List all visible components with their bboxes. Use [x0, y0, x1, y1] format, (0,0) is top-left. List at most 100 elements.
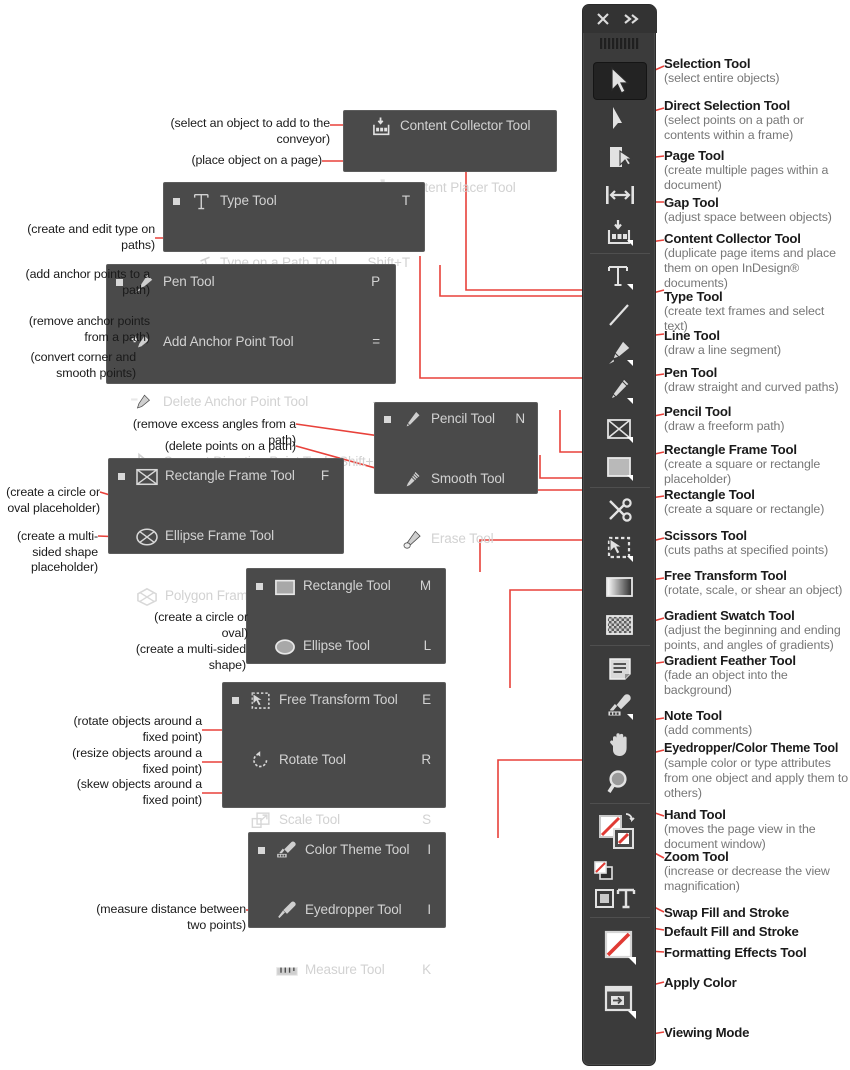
tool-line[interactable]	[594, 297, 646, 333]
callout-selection: Selection Tool (select entire objects)	[664, 56, 780, 86]
note-icon	[609, 658, 631, 680]
flyout-label: Eyedropper Tool	[305, 902, 402, 917]
tool-rectangle[interactable]	[594, 449, 646, 485]
annotation-ellipse-frame: (create a circle or oval placeholder)	[6, 485, 100, 515]
callout-title: Zoom Tool	[664, 849, 729, 864]
tool-formatting-effects[interactable]	[593, 885, 645, 911]
callout-formatting-effects: Formatting Effects Tool	[664, 945, 807, 960]
frame-flyout[interactable]: Rectangle Frame Tool F Ellipse Frame Too…	[108, 458, 344, 606]
flyout-label: Scale Tool	[279, 812, 341, 827]
transform-flyout[interactable]: Free Transform Tool E Rotate Tool R Scal…	[222, 682, 446, 889]
flyout-label: Rectangle Tool	[303, 578, 391, 593]
flyout-row[interactable]: Eyedropper Tool I	[249, 895, 445, 926]
tools-panel[interactable]	[582, 4, 657, 1066]
flyout-row[interactable]: Ellipse Frame Tool	[109, 521, 343, 552]
pencil-icon	[401, 408, 425, 431]
gradient-swatch-icon	[606, 577, 633, 597]
double-chevron-right-icon[interactable]	[623, 12, 641, 26]
callout-content-collector: Content Collector Tool (duplicate page i…	[664, 231, 850, 291]
tool-zoom[interactable]	[594, 765, 646, 801]
flyout-row[interactable]: Color Theme Tool I	[249, 835, 445, 866]
callout-desc: (add comments)	[664, 723, 753, 737]
crossed-polygon-icon	[135, 585, 159, 608]
tool-rectangle-frame[interactable]	[594, 411, 646, 447]
type-flyout[interactable]: Type Tool T Type on a Path Tool Shift+T	[163, 182, 425, 270]
close-icon[interactable]	[596, 12, 610, 26]
tool-direct-selection[interactable]	[594, 101, 646, 137]
tool-gradient-swatch[interactable]	[594, 569, 646, 605]
default-fill-stroke-icon	[594, 861, 613, 880]
callout-note: Note Tool (add comments)	[664, 708, 752, 738]
annotation-polygon-frame: (create a multi-sided shape placeholder)	[16, 529, 98, 574]
eyedropper-flyout[interactable]: Color Theme Tool I Eyedropper Tool I Mea…	[248, 832, 446, 977]
drag-grip-icon[interactable]	[600, 38, 640, 49]
tool-note[interactable]	[594, 651, 646, 687]
diagonal-line-icon	[609, 304, 629, 326]
callout-desc: (rotate, scale, or shear an object)	[664, 583, 843, 597]
tool-pen[interactable]	[594, 335, 646, 371]
callout-page: Page Tool (create multiple pages within …	[664, 148, 850, 193]
annotation-type-on-path: (create and edit type on paths)	[27, 222, 155, 252]
flyout-row[interactable]: Pen Tool P	[107, 267, 395, 298]
callout-title: Pen Tool	[664, 365, 718, 380]
flyout-row[interactable]: Delete Anchor Point Tool -	[107, 387, 395, 418]
tool-pencil[interactable]	[594, 373, 646, 409]
tool-page[interactable]	[594, 139, 646, 175]
flyout-row[interactable]: Free Transform Tool E	[223, 685, 445, 716]
annotation-rotate: (rotate objects around a fixed point)	[73, 714, 203, 744]
tool-gradient-feather[interactable]	[594, 607, 646, 643]
color-theme-icon	[275, 839, 299, 862]
content-collector-icon	[370, 115, 394, 138]
tool-scissors[interactable]	[594, 493, 646, 529]
tool-eyedropper[interactable]	[594, 689, 646, 725]
flyout-row[interactable]: Content Collector Tool	[344, 111, 556, 142]
content-flyout[interactable]: Content Collector Tool Content Placer To…	[343, 110, 557, 197]
flyout-row[interactable]: Type Tool T	[164, 186, 424, 217]
tool-fill-stroke[interactable]	[594, 809, 646, 857]
callout-title: Hand Tool	[664, 807, 726, 822]
tool-default-fill-stroke[interactable]	[593, 859, 645, 883]
rotate-icon	[249, 749, 273, 772]
viewing-mode-icon	[604, 985, 636, 1019]
page-icon	[610, 147, 634, 167]
tool-selection[interactable]	[594, 63, 646, 99]
callout-free-transform: Free Transform Tool (rotate, scale, or s…	[664, 568, 842, 598]
crossed-rectangle-icon	[607, 419, 633, 443]
tool-apply-color[interactable]	[594, 925, 646, 969]
callout-desc: (create a square or rectangle placeholde…	[664, 457, 821, 486]
pencil-flyout[interactable]: Pencil Tool N Smooth Tool Erase Tool	[374, 402, 538, 549]
callout-desc: (fade an object into the background)	[664, 668, 788, 697]
flyout-row[interactable]: Measure Tool K	[249, 955, 445, 986]
tools-panel-header	[583, 5, 657, 33]
shape-flyout[interactable]: Rectangle Tool M Ellipse Tool L Polygon …	[246, 568, 446, 716]
callout-line: Line Tool (draw a line segment)	[664, 328, 781, 358]
annotation-erase: (delete points on a path)	[164, 439, 296, 453]
tool-hand[interactable]	[594, 727, 646, 763]
callout-eyedropper: Eyedropper/Color Theme Tool (sample colo…	[664, 741, 850, 801]
flyout-label: Pen Tool	[163, 274, 215, 289]
flyout-row[interactable]: Rotate Tool R	[223, 745, 445, 776]
tool-content-collector[interactable]	[594, 215, 646, 251]
flyout-row[interactable]: Rectangle Tool M	[247, 571, 445, 602]
annotation-polygon: (create a multi-sided shape)	[135, 642, 246, 672]
flyout-row[interactable]: Pencil Tool N	[375, 404, 537, 435]
callout-scissors: Scissors Tool (cuts paths at specified p…	[664, 528, 828, 558]
callout-desc: (select points on a path or contents wit…	[664, 113, 804, 142]
callout-title: Rectangle Frame Tool	[664, 442, 797, 457]
tool-gap[interactable]	[594, 177, 646, 213]
callout-title: Gap Tool	[664, 195, 719, 210]
flyout-shortcut: T	[401, 193, 410, 208]
flyout-shortcut: R	[421, 752, 431, 767]
flyout-row[interactable]: Add Anchor Point Tool =	[107, 327, 395, 358]
callout-default-fill-stroke: Default Fill and Stroke	[664, 924, 799, 939]
tool-free-transform[interactable]	[594, 531, 646, 567]
tool-viewing-mode[interactable]	[594, 979, 646, 1023]
callout-gradient-swatch: Gradient Swatch Tool (adjust the beginni…	[664, 608, 850, 653]
flyout-row[interactable]: Smooth Tool	[375, 464, 537, 495]
flyout-row[interactable]: Erase Tool	[375, 524, 537, 555]
flyout-shortcut: P	[371, 274, 380, 289]
tool-type[interactable]	[594, 259, 646, 295]
callout-swap-fill-stroke: Swap Fill and Stroke	[664, 905, 789, 920]
flyout-row[interactable]: Ellipse Tool L	[247, 631, 445, 662]
flyout-row[interactable]: Rectangle Frame Tool F	[109, 461, 343, 492]
